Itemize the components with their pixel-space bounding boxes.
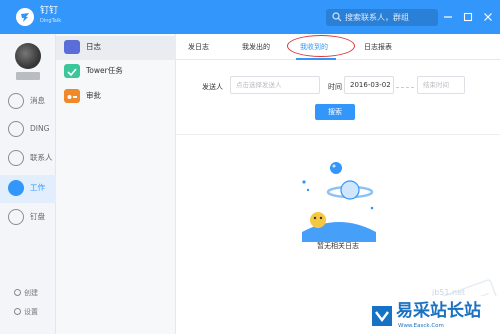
chat-icon [8,93,24,109]
tab-bar: 发日志 我发出的 我收到的 日志报表 [176,34,500,60]
end-date-placeholder: 结束时间 [423,81,449,89]
time-label: 时间 [328,83,342,91]
avatar[interactable] [15,43,41,69]
nav-item-messages[interactable]: 消息 [0,88,56,116]
date-range-separator [396,87,414,88]
nav-item-label: 工作 [30,183,45,192]
create-button[interactable]: 创建 [14,288,38,298]
app-subtitle: DingTalk [40,18,62,24]
watermark-title: 易采站长站 [396,301,481,321]
sender-placeholder: 点击选择发送人 [236,81,282,89]
nav-item-cloud-disk[interactable]: 钉盘 [0,204,56,232]
close-button[interactable] [482,8,494,21]
plus-icon [14,289,21,296]
tab-sent[interactable]: 我发出的 [242,42,270,52]
left-nav: 消息 DING 联系人 工作 钉盘 创建 设置 [0,34,56,334]
maximize-button[interactable] [462,8,474,22]
title-bar: 钉钉 DingTalk 搜索联系人，群组 [0,0,500,34]
gear-icon [14,308,21,315]
tab-write-journal[interactable]: 发日志 [188,42,209,52]
submenu-item-journal[interactable]: 日志 [56,36,176,60]
settings-button[interactable]: 设置 [14,307,38,317]
space-illustration-icon [302,162,376,242]
search-placeholder: 搜索联系人，群组 [345,13,409,22]
watermark: 易采站长站 Www.Easck.Com [360,296,500,334]
search-input[interactable]: 搜索联系人，群组 [326,9,438,26]
dingtalk-logo-icon [16,8,34,26]
app-name: 钉钉 [40,6,59,16]
cloud-disk-icon [8,209,24,225]
submenu-item-label: 日志 [86,42,101,51]
ding-icon [8,121,24,137]
sender-field[interactable]: 点击选择发送人 [230,76,320,94]
nav-item-label: DING [30,124,50,133]
work-icon [8,180,24,196]
tower-check-icon [64,64,80,78]
nav-item-label: 钉盘 [30,212,45,221]
settings-label: 设置 [24,308,38,316]
nav-item-contacts[interactable]: 联系人 [0,145,56,173]
minimize-button[interactable] [442,8,454,20]
create-label: 创建 [24,289,38,297]
submenu-item-tower[interactable]: Tower任务 [56,60,176,84]
empty-state-text: 暂无相关日志 [317,242,359,250]
search-button[interactable]: 搜索 [315,104,355,120]
nav-item-ding[interactable]: DING [0,116,56,144]
submenu-item-label: Tower任务 [86,66,123,75]
work-submenu: 日志 Tower任务 审批 [56,34,176,334]
end-date-field[interactable]: 结束时间 [417,76,465,94]
journal-icon [64,40,80,54]
tab-journal-report[interactable]: 日志报表 [364,42,392,52]
watermark-subtitle: Www.Easck.Com [398,323,444,329]
user-name-blurred [16,72,40,80]
contacts-icon [8,150,24,166]
start-date-field[interactable]: 2016-03-02 [344,76,394,94]
divider [176,134,500,135]
nav-item-label: 联系人 [30,153,53,162]
nav-item-label: 消息 [30,96,45,105]
start-date-value: 2016-03-02 [350,81,391,89]
submenu-item-approval[interactable]: 审批 [56,85,176,109]
highlight-circle-annotation [287,35,355,57]
active-tab-indicator [296,58,336,60]
watermark-logo-icon [372,306,392,326]
search-icon [332,12,342,22]
approval-icon [64,89,80,103]
nav-item-work[interactable]: 工作 [0,175,56,203]
sender-label: 发送人 [202,83,223,91]
submenu-item-label: 审批 [86,91,101,100]
